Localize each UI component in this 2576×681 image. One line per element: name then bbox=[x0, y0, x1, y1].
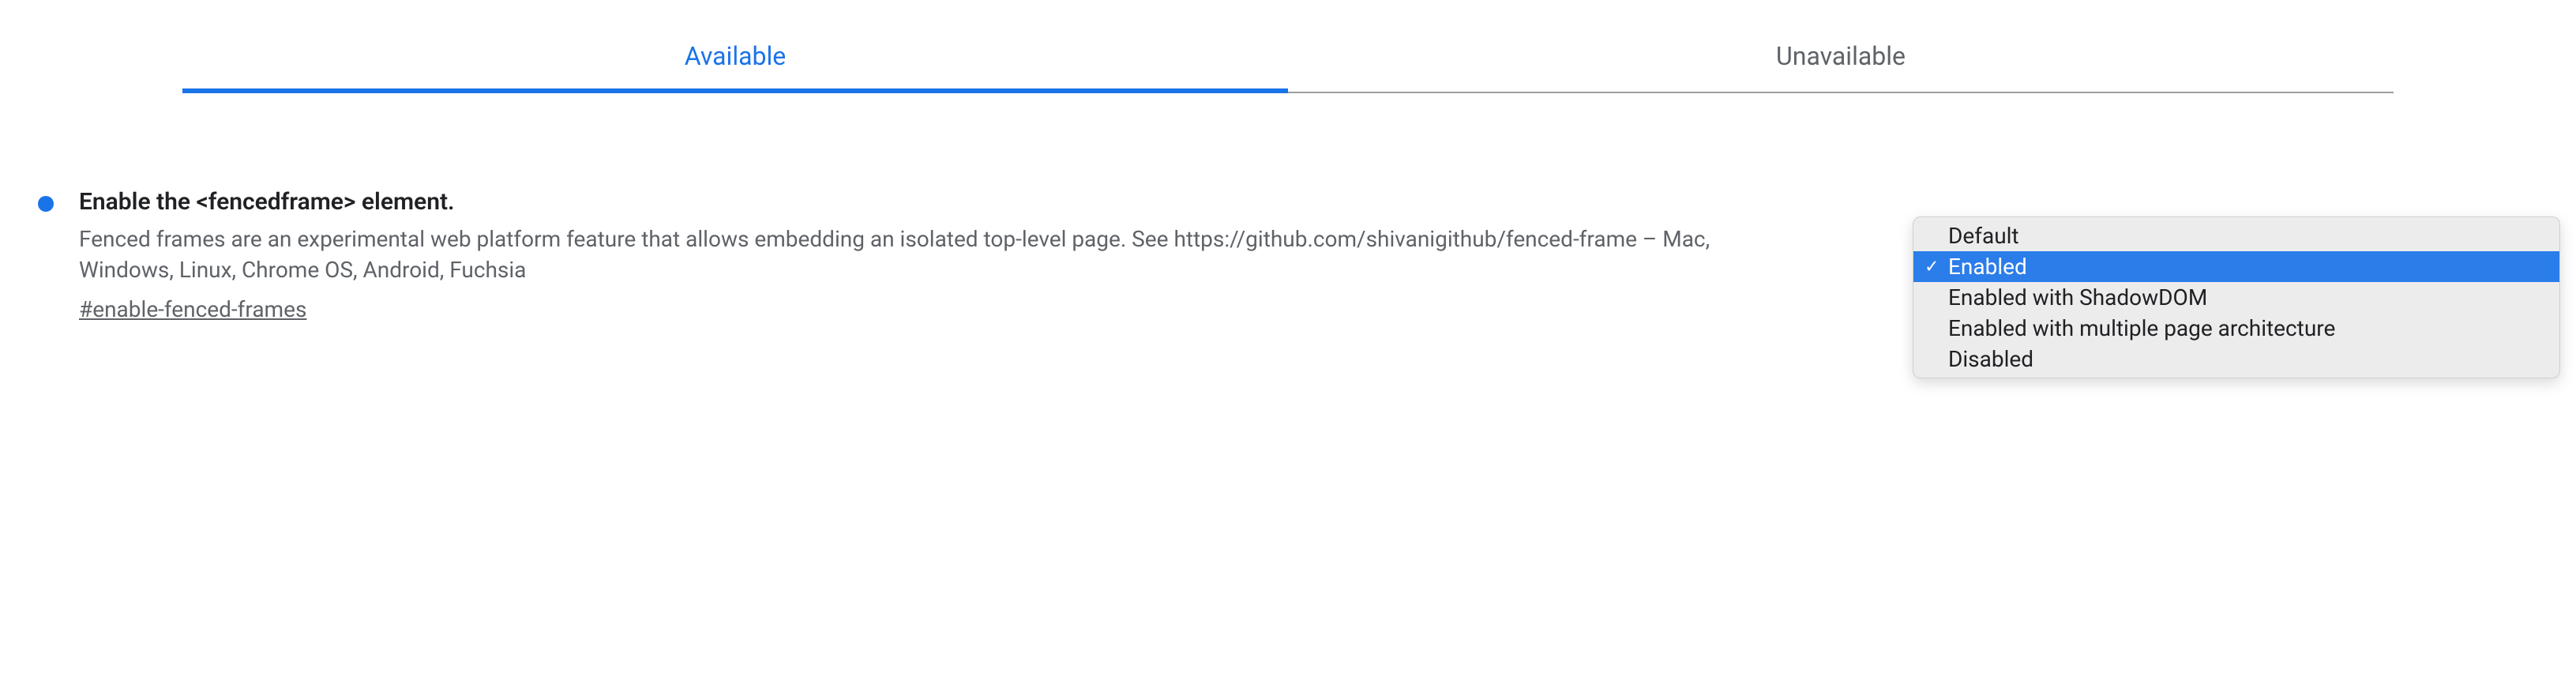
tabs-bar: Available Unavailable bbox=[182, 24, 2394, 93]
flag-description: Fenced frames are an experimental web pl… bbox=[79, 224, 1722, 285]
flag-dropdown-wrapper: ✓ Default ✓ Enabled ✓ Enabled with Shado… bbox=[1913, 216, 2560, 378]
dropdown-option-label: Enabled bbox=[1948, 254, 2027, 280]
flag-hash-link[interactable]: #enable-fenced-frames bbox=[79, 296, 306, 322]
dropdown-option-label: Default bbox=[1948, 223, 2019, 249]
flag-row: Enable the <fencedframe> element. Fenced… bbox=[32, 188, 2544, 322]
check-icon: ✓ bbox=[1924, 257, 1939, 277]
modified-indicator-icon bbox=[38, 196, 54, 212]
tab-available[interactable]: Available bbox=[182, 24, 1288, 92]
dropdown-option-enabled[interactable]: ✓ Enabled bbox=[1913, 251, 2559, 282]
flag-state-dropdown[interactable]: ✓ Default ✓ Enabled ✓ Enabled with Shado… bbox=[1913, 216, 2560, 378]
dropdown-option-label: Disabled bbox=[1948, 346, 2033, 372]
dropdown-option-enabled-multi[interactable]: ✓ Enabled with multiple page architectur… bbox=[1913, 313, 2559, 344]
dropdown-option-disabled[interactable]: ✓ Disabled bbox=[1913, 344, 2559, 374]
dropdown-option-label: Enabled with ShadowDOM bbox=[1948, 284, 2207, 310]
dropdown-option-default[interactable]: ✓ Default bbox=[1913, 220, 2559, 251]
tab-unavailable[interactable]: Unavailable bbox=[1288, 24, 2394, 92]
dropdown-option-enabled-shadowdom[interactable]: ✓ Enabled with ShadowDOM bbox=[1913, 282, 2559, 313]
dropdown-option-label: Enabled with multiple page architecture bbox=[1948, 315, 2335, 341]
flag-title: Enable the <fencedframe> element. bbox=[79, 188, 2544, 216]
